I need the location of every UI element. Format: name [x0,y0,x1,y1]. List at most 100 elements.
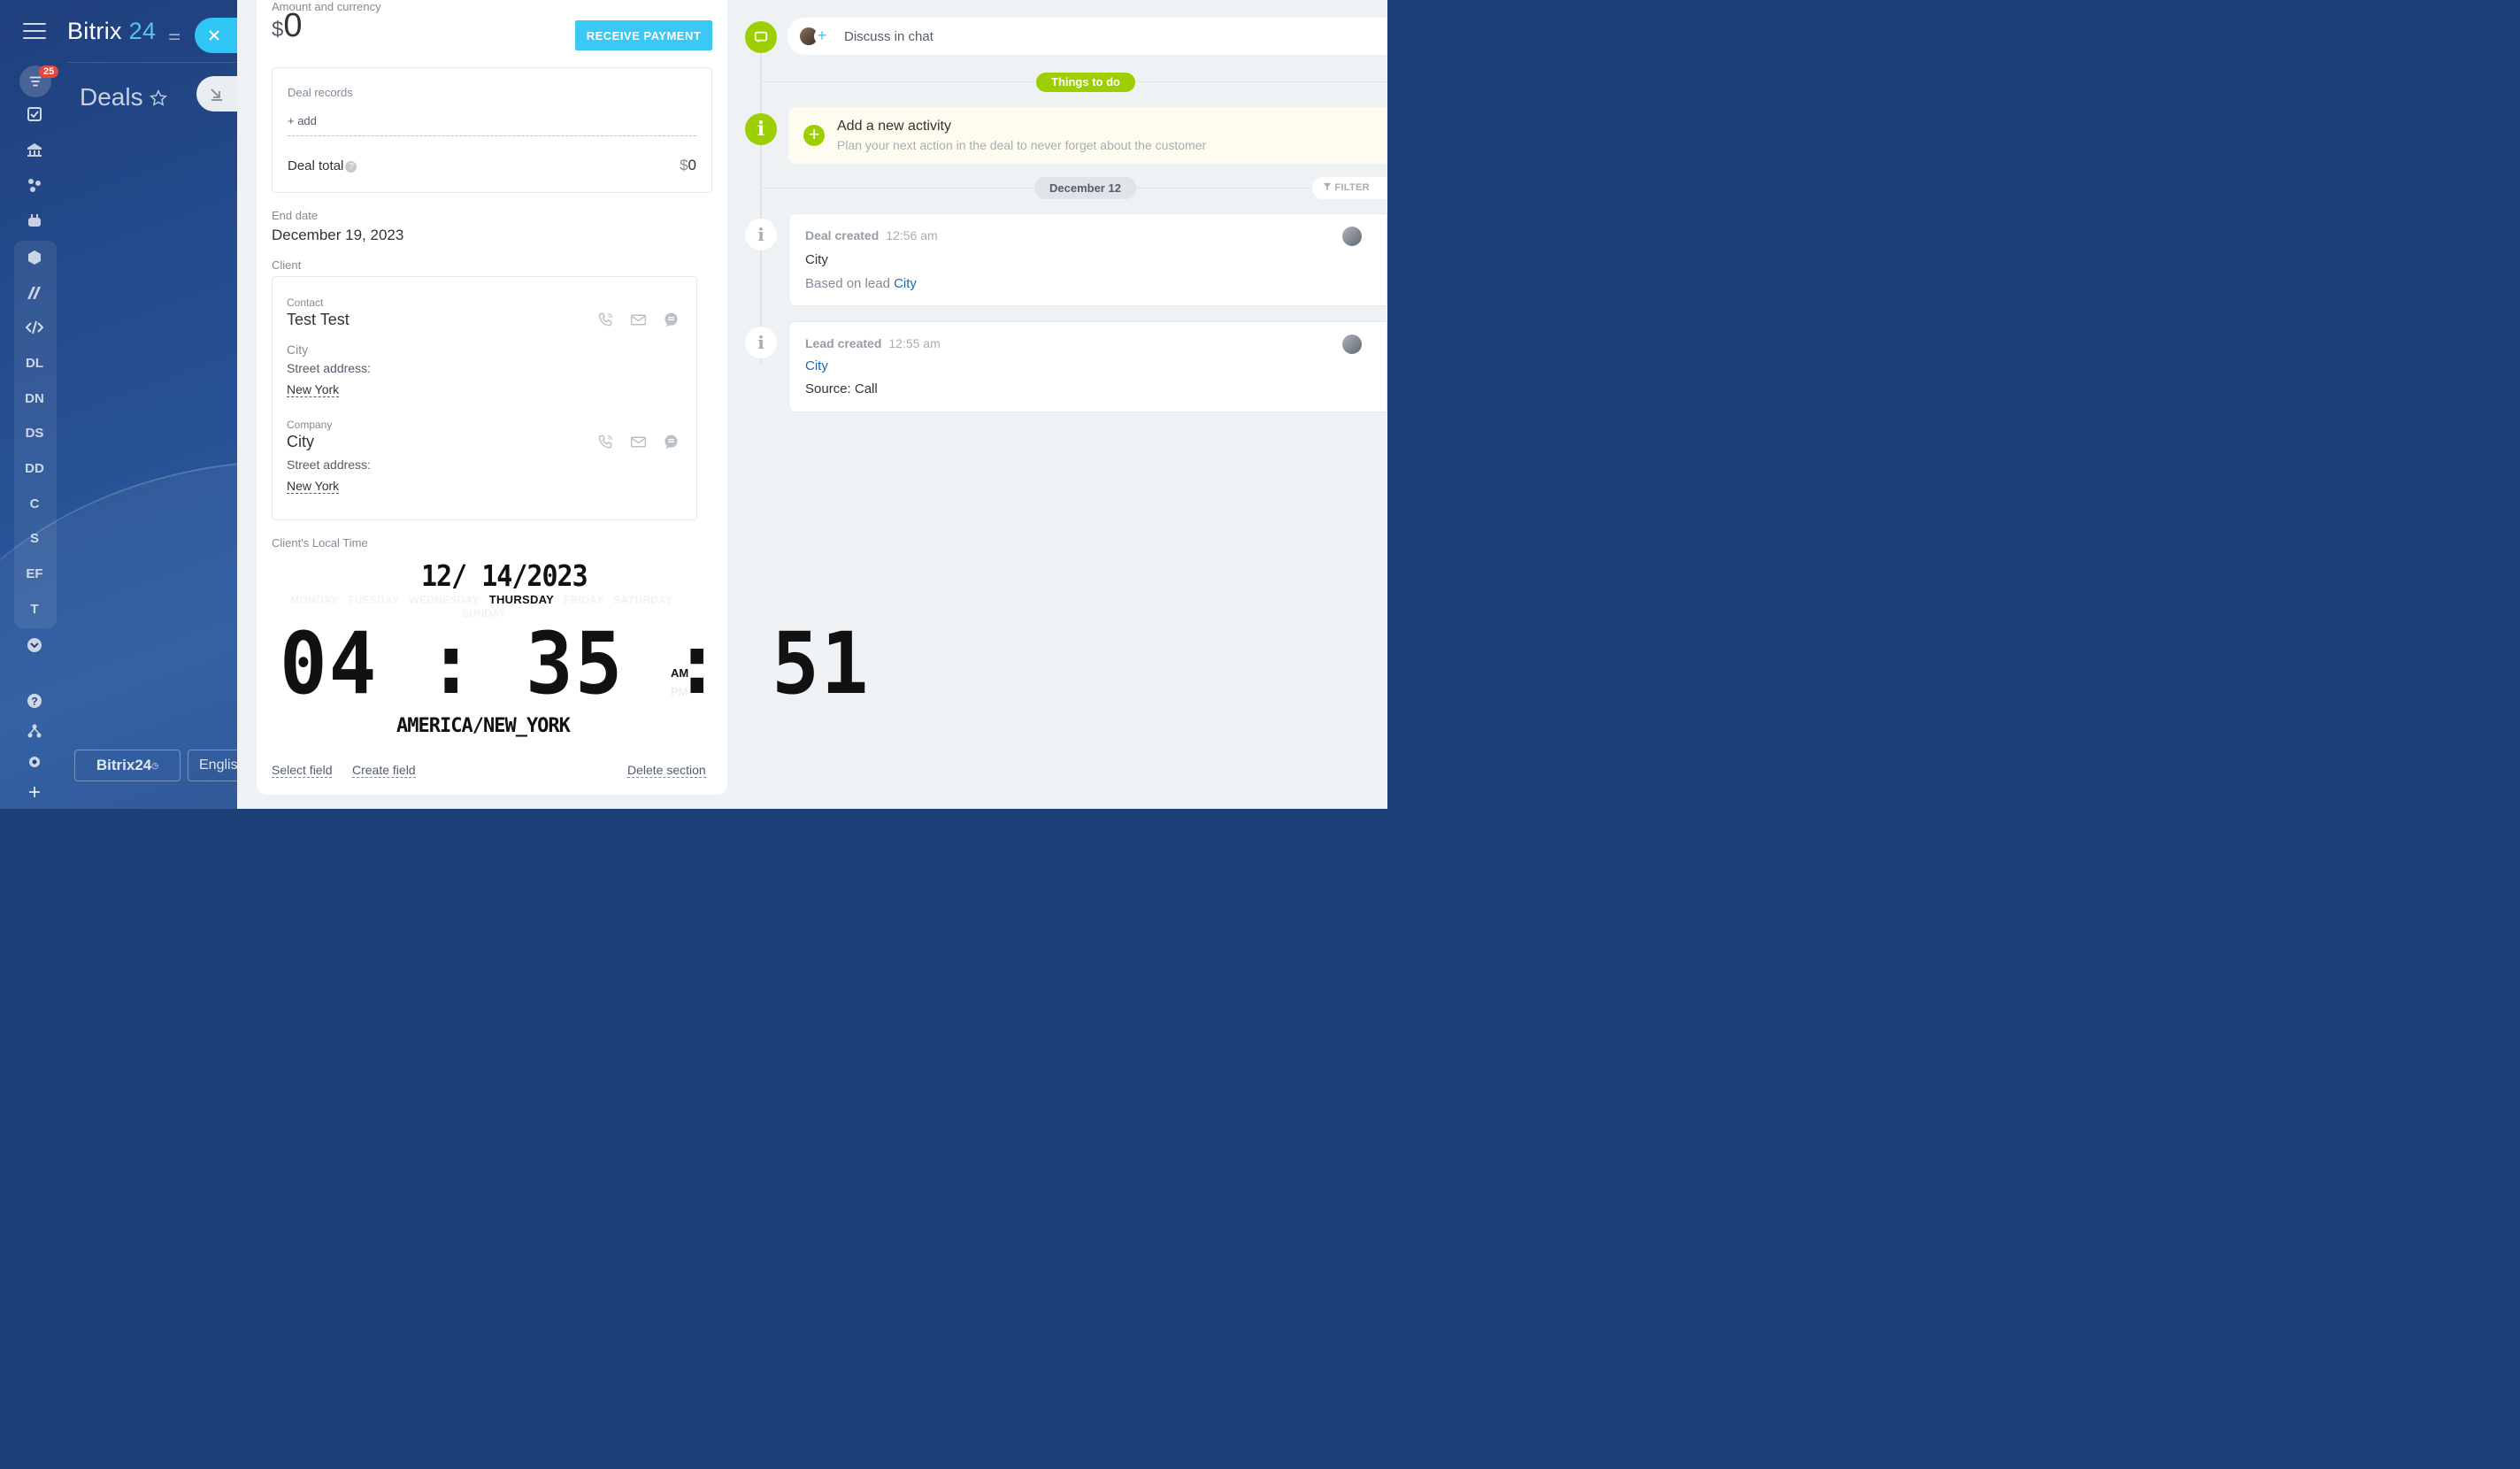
delete-section-link[interactable]: Delete section [627,763,706,778]
sliders-icon[interactable]: ⚌ [168,27,181,44]
crm-icon[interactable] [17,167,52,203]
code-icon[interactable] [17,310,52,345]
bitrix24-logo-button[interactable]: Bitrix24 ◷ [74,750,181,781]
filter-button[interactable]: FILTER [1312,177,1387,199]
contact-type-label: Contact [287,296,324,309]
deal-records-label: Deal records [288,86,353,99]
add-record-link[interactable]: + add [288,114,317,127]
rail-letter-7[interactable]: T [17,591,52,627]
weekday: TUESDAY [347,594,400,606]
info-icon: i [745,327,777,358]
filter-icon [1323,182,1332,191]
dashed-divider [288,135,696,136]
end-date-label: End date [272,209,319,222]
activity-subtitle: Plan your next action in the deal to nev… [837,138,1207,152]
plus-icon: + [803,125,825,146]
clock-time: 04 : 35 : 51 [280,614,871,713]
deal-details-card: Amount and currency $0 RECEIVE PAYMENT D… [257,0,868,795]
chat-bubble-icon [745,21,777,53]
weekday: WEDNESDAY [409,594,480,606]
star-icon[interactable] [149,88,168,108]
discuss-chat-label: Discuss in chat [844,28,933,44]
rail-letter-6[interactable]: EF [17,556,52,591]
company-type-label: Company [287,419,333,431]
clock-weekdays: MONDAY TUESDAY WEDNESDAY THURSDAY FRIDAY… [290,593,680,606]
event-line: City [805,252,828,267]
plus-icon[interactable] [17,774,52,810]
minimize-icon [211,88,222,101]
bank-icon[interactable] [17,132,52,167]
client-label: Client [272,258,302,272]
event-line: Source: Call [805,381,878,396]
timeline-event-deal-created: Deal created 12:56 am City Based on lead … [788,213,1387,306]
company-actions [596,433,680,451]
counter-badge: 25 [39,65,59,78]
rail-letter-5[interactable]: S [17,520,52,556]
company-address-link[interactable]: New York [287,479,340,494]
rail-letter-4[interactable]: C [17,486,52,521]
local-time-label: Client's Local Time [272,536,368,550]
select-field-link[interactable]: Select field [272,763,333,778]
event-line: Based on lead City [805,276,917,291]
stripes-icon[interactable] [17,275,52,311]
company-address-label: Street address: [287,458,371,472]
end-date-value[interactable]: December 19, 2023 [272,227,403,244]
mail-icon[interactable] [629,433,648,451]
phone-icon[interactable] [596,433,615,451]
svg-text:?: ? [31,696,37,708]
avatar[interactable] [1342,227,1362,246]
clock-am: AM [671,666,689,680]
clock-timezone: AMERICA/NEW_YORK [396,715,571,737]
hamburger-menu-icon[interactable] [23,23,46,41]
amount-value: $0 [272,7,303,44]
weekday: SATURDAY [613,594,673,606]
info-icon: i [745,113,777,145]
activity-title: Add a new activity [837,119,951,134]
clock-pm: PM [671,685,688,698]
lead-link[interactable]: City [894,276,917,291]
timeline-line [760,53,762,363]
help-icon[interactable]: ? [345,160,357,173]
plus-icon: + [814,27,830,44]
add-activity-card[interactable]: + Add a new activity Plan your next acti… [788,107,1387,164]
mail-icon[interactable] [629,311,648,329]
close-icon [209,30,219,41]
contact-address-link[interactable]: New York [287,382,340,397]
weekday: MONDAY [290,594,339,606]
rail-letter-3[interactable]: DD [17,450,52,486]
discuss-in-chat-button[interactable]: + Discuss in chat [788,18,1387,55]
info-icon: i [745,219,777,250]
page-title: Deals [80,83,143,111]
receive-payment-button[interactable]: RECEIVE PAYMENT [575,20,712,50]
create-field-link[interactable]: Create field [352,763,416,778]
event-header: Lead created 12:55 am [805,336,941,350]
lead-link[interactable]: City [805,358,828,373]
robot-icon[interactable] [17,203,52,238]
rail-letter-2[interactable]: DS [17,415,52,450]
left-menu-rail: 25 DL DN DS DD C S EF T ? [0,0,69,809]
event-header: Deal created 12:56 am [805,228,938,242]
phone-icon[interactable] [596,311,615,329]
contact-company: City [287,342,309,357]
chevron-down-icon[interactable] [17,627,52,663]
deal-slider-panel: Amount and currency $0 RECEIVE PAYMENT D… [237,0,1387,809]
company-name[interactable]: City [287,433,314,451]
tasks-icon[interactable] [17,96,52,132]
box-icon[interactable] [17,240,52,275]
rail-letter-0[interactable]: DL [17,345,52,381]
clock-date: 12/ 14/2023 [421,559,588,594]
deal-total-label: Deal total? [288,158,357,173]
weekday-active: THURSDAY [488,593,555,606]
header-divider [67,62,244,63]
things-to-do-badge: Things to do [1036,73,1135,92]
chat-icon[interactable] [662,433,680,451]
brand-logo[interactable]: Bitrix 24 [67,18,156,45]
rail-letter-1[interactable]: DN [17,381,52,416]
sitemap-icon[interactable] [17,713,52,749]
date-badge: December 12 [1034,177,1136,199]
contact-actions [596,311,680,329]
chat-icon[interactable] [662,311,680,329]
deal-total-value: $0 [680,157,696,173]
avatar[interactable] [1342,335,1362,354]
contact-name[interactable]: Test Test [287,311,350,329]
